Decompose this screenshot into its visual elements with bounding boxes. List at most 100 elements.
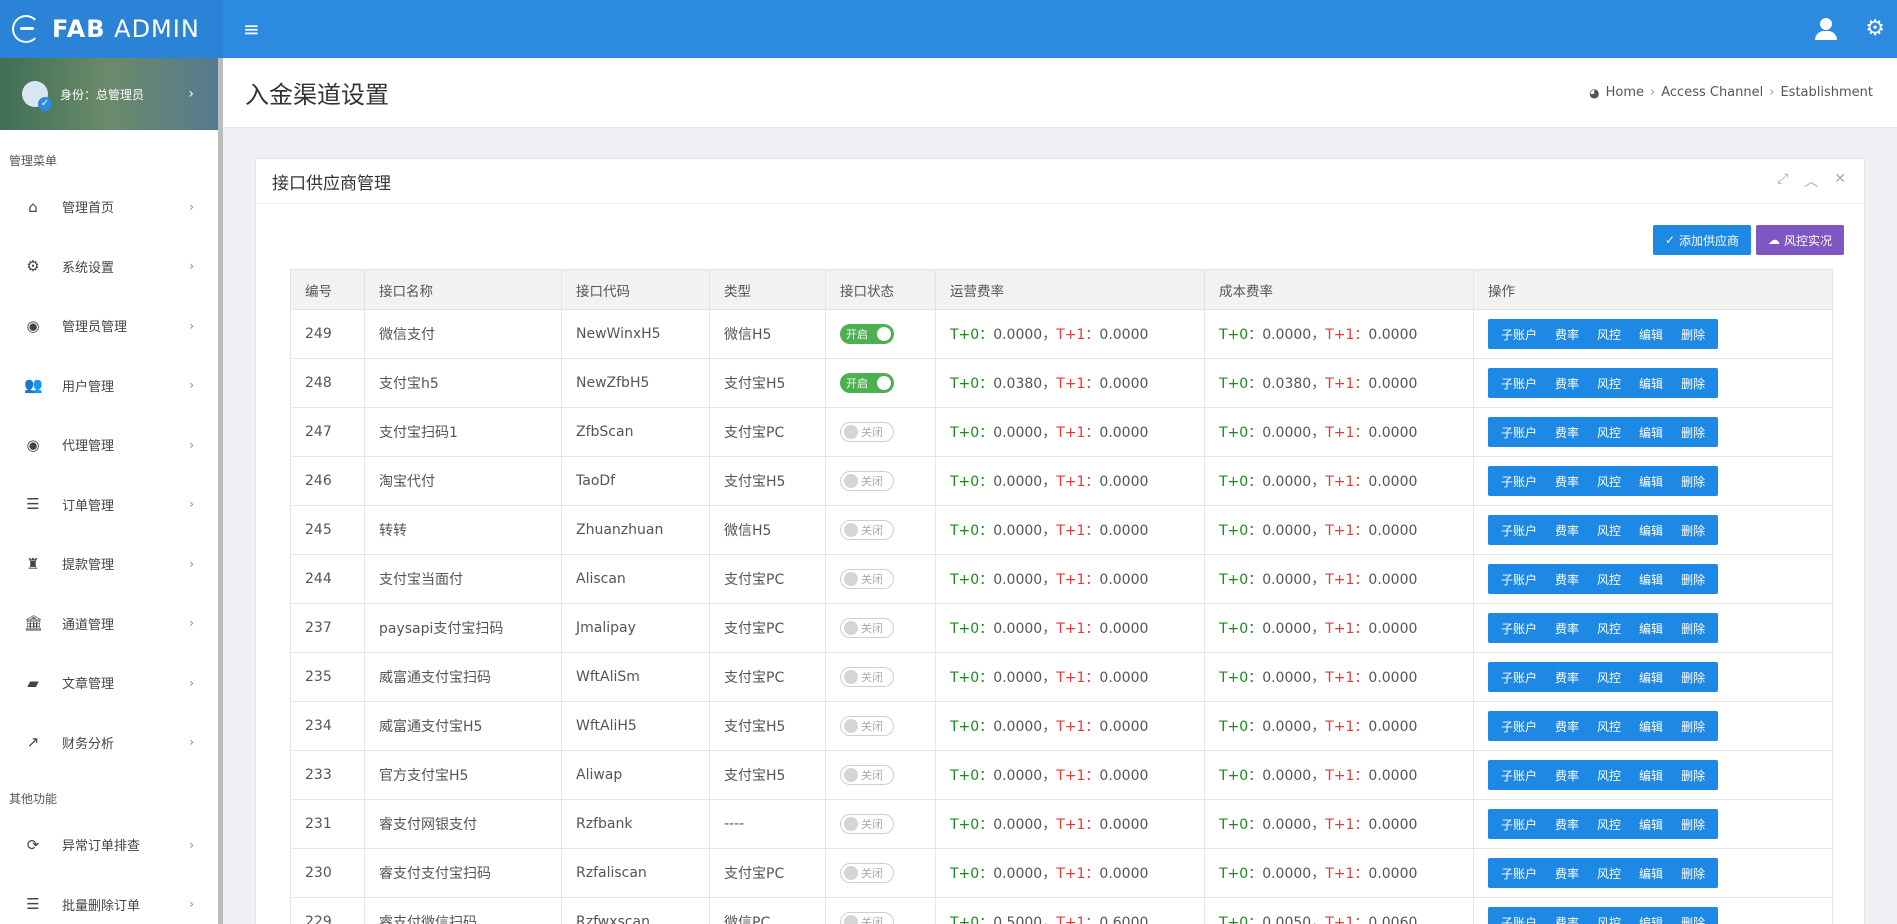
rate-button[interactable]: 费率	[1546, 669, 1588, 686]
sidebar-item[interactable]: ☰ 批量删除订单 ›	[0, 875, 218, 924]
risk-button[interactable]: 风控	[1588, 326, 1630, 343]
risk-button[interactable]: 风控	[1588, 571, 1630, 588]
menu-toggle-icon[interactable]: ≡	[243, 17, 260, 41]
rate-button[interactable]: 费率	[1546, 326, 1588, 343]
risk-button[interactable]: 风控	[1588, 718, 1630, 735]
sub-account-button[interactable]: 子账户	[1492, 816, 1546, 833]
status-toggle[interactable]: 关闭	[840, 617, 894, 638]
risk-button[interactable]: 风控	[1588, 914, 1630, 924]
status-toggle[interactable]: 关闭	[840, 666, 894, 687]
edit-button[interactable]: 编辑	[1630, 326, 1672, 343]
sub-account-button[interactable]: 子账户	[1492, 571, 1546, 588]
delete-button[interactable]: 删除	[1672, 865, 1714, 882]
edit-button[interactable]: 编辑	[1630, 522, 1672, 539]
sidebar-item[interactable]: ⌂ 管理首页 ›	[0, 177, 218, 237]
edit-button[interactable]: 编辑	[1630, 914, 1672, 924]
sidebar-item[interactable]: 👥 用户管理 ›	[0, 356, 218, 416]
gear-icon[interactable]: ⚙	[1865, 18, 1885, 40]
edit-button[interactable]: 编辑	[1630, 669, 1672, 686]
status-toggle[interactable]: 开启	[840, 373, 894, 393]
sub-account-button[interactable]: 子账户	[1492, 375, 1546, 392]
sidebar-item[interactable]: ♜ 提款管理 ›	[0, 534, 218, 594]
sub-account-button[interactable]: 子账户	[1492, 522, 1546, 539]
edit-button[interactable]: 编辑	[1630, 620, 1672, 637]
sub-account-button[interactable]: 子账户	[1492, 718, 1546, 735]
status-toggle[interactable]: 关闭	[840, 911, 894, 924]
status-toggle[interactable]: 关闭	[840, 862, 894, 883]
risk-button[interactable]: 风控	[1588, 816, 1630, 833]
sidebar-item[interactable]: 🏛 通道管理 ›	[0, 594, 218, 654]
risk-button[interactable]: 风控	[1588, 620, 1630, 637]
rate-button[interactable]: 费率	[1546, 718, 1588, 735]
status-toggle[interactable]: 关闭	[840, 813, 894, 834]
risk-button[interactable]: 风控	[1588, 522, 1630, 539]
status-toggle[interactable]: 关闭	[840, 421, 894, 442]
sub-account-button[interactable]: 子账户	[1492, 914, 1546, 924]
status-toggle[interactable]: 关闭	[840, 470, 894, 491]
rate-button[interactable]: 费率	[1546, 424, 1588, 441]
close-icon[interactable]: ✕	[1834, 171, 1846, 191]
add-supplier-button[interactable]: ✓ 添加供应商	[1652, 225, 1751, 255]
status-toggle[interactable]: 关闭	[840, 764, 894, 785]
brand[interactable]: FAB ADMIN	[0, 0, 223, 58]
risk-button[interactable]: 风控	[1588, 424, 1630, 441]
sub-account-button[interactable]: 子账户	[1492, 767, 1546, 784]
rate-button[interactable]: 费率	[1546, 375, 1588, 392]
sub-account-button[interactable]: 子账户	[1492, 620, 1546, 637]
risk-status-button[interactable]: ☁ 风控实况	[1755, 225, 1844, 255]
sub-account-button[interactable]: 子账户	[1492, 326, 1546, 343]
delete-button[interactable]: 删除	[1672, 571, 1714, 588]
rate-button[interactable]: 费率	[1546, 816, 1588, 833]
delete-button[interactable]: 删除	[1672, 473, 1714, 490]
edit-button[interactable]: 编辑	[1630, 424, 1672, 441]
expand-icon[interactable]: ⤢	[1777, 171, 1788, 191]
edit-button[interactable]: 编辑	[1630, 816, 1672, 833]
status-toggle[interactable]: 关闭	[840, 715, 894, 736]
profile-bar[interactable]: 身份：总管理员 ›	[0, 58, 218, 130]
risk-button[interactable]: 风控	[1588, 865, 1630, 882]
sub-account-button[interactable]: 子账户	[1492, 424, 1546, 441]
delete-button[interactable]: 删除	[1672, 326, 1714, 343]
collapse-icon[interactable]: ︿	[1804, 171, 1818, 191]
risk-button[interactable]: 风控	[1588, 473, 1630, 490]
edit-button[interactable]: 编辑	[1630, 571, 1672, 588]
breadcrumb-home[interactable]: Home	[1606, 85, 1644, 100]
edit-button[interactable]: 编辑	[1630, 473, 1672, 490]
delete-button[interactable]: 删除	[1672, 718, 1714, 735]
risk-button[interactable]: 风控	[1588, 767, 1630, 784]
sidebar-item[interactable]: ⚙ 系统设置 ›	[0, 237, 218, 297]
delete-button[interactable]: 删除	[1672, 522, 1714, 539]
rate-button[interactable]: 费率	[1546, 767, 1588, 784]
edit-button[interactable]: 编辑	[1630, 375, 1672, 392]
delete-button[interactable]: 删除	[1672, 816, 1714, 833]
sidebar-item[interactable]: ↗ 财务分析 ›	[0, 713, 218, 773]
status-toggle[interactable]: 关闭	[840, 568, 894, 589]
user-icon[interactable]	[1815, 18, 1838, 40]
risk-button[interactable]: 风控	[1588, 669, 1630, 686]
edit-button[interactable]: 编辑	[1630, 865, 1672, 882]
edit-button[interactable]: 编辑	[1630, 718, 1672, 735]
rate-button[interactable]: 费率	[1546, 865, 1588, 882]
edit-button[interactable]: 编辑	[1630, 767, 1672, 784]
delete-button[interactable]: 删除	[1672, 424, 1714, 441]
rate-button[interactable]: 费率	[1546, 914, 1588, 924]
delete-button[interactable]: 删除	[1672, 375, 1714, 392]
status-toggle[interactable]: 关闭	[840, 519, 894, 540]
sidebar-item[interactable]: ◉ 管理员管理 ›	[0, 296, 218, 356]
sub-account-button[interactable]: 子账户	[1492, 865, 1546, 882]
rate-button[interactable]: 费率	[1546, 571, 1588, 588]
delete-button[interactable]: 删除	[1672, 914, 1714, 924]
breadcrumb-access-channel[interactable]: Access Channel	[1661, 85, 1763, 100]
risk-button[interactable]: 风控	[1588, 375, 1630, 392]
rate-button[interactable]: 费率	[1546, 620, 1588, 637]
sidebar-item[interactable]: ◉ 代理管理 ›	[0, 415, 218, 475]
delete-button[interactable]: 删除	[1672, 669, 1714, 686]
sidebar-item[interactable]: ▰ 文章管理 ›	[0, 653, 218, 713]
sub-account-button[interactable]: 子账户	[1492, 473, 1546, 490]
status-toggle[interactable]: 开启	[840, 324, 894, 344]
delete-button[interactable]: 删除	[1672, 767, 1714, 784]
delete-button[interactable]: 删除	[1672, 620, 1714, 637]
rate-button[interactable]: 费率	[1546, 522, 1588, 539]
sub-account-button[interactable]: 子账户	[1492, 669, 1546, 686]
rate-button[interactable]: 费率	[1546, 473, 1588, 490]
